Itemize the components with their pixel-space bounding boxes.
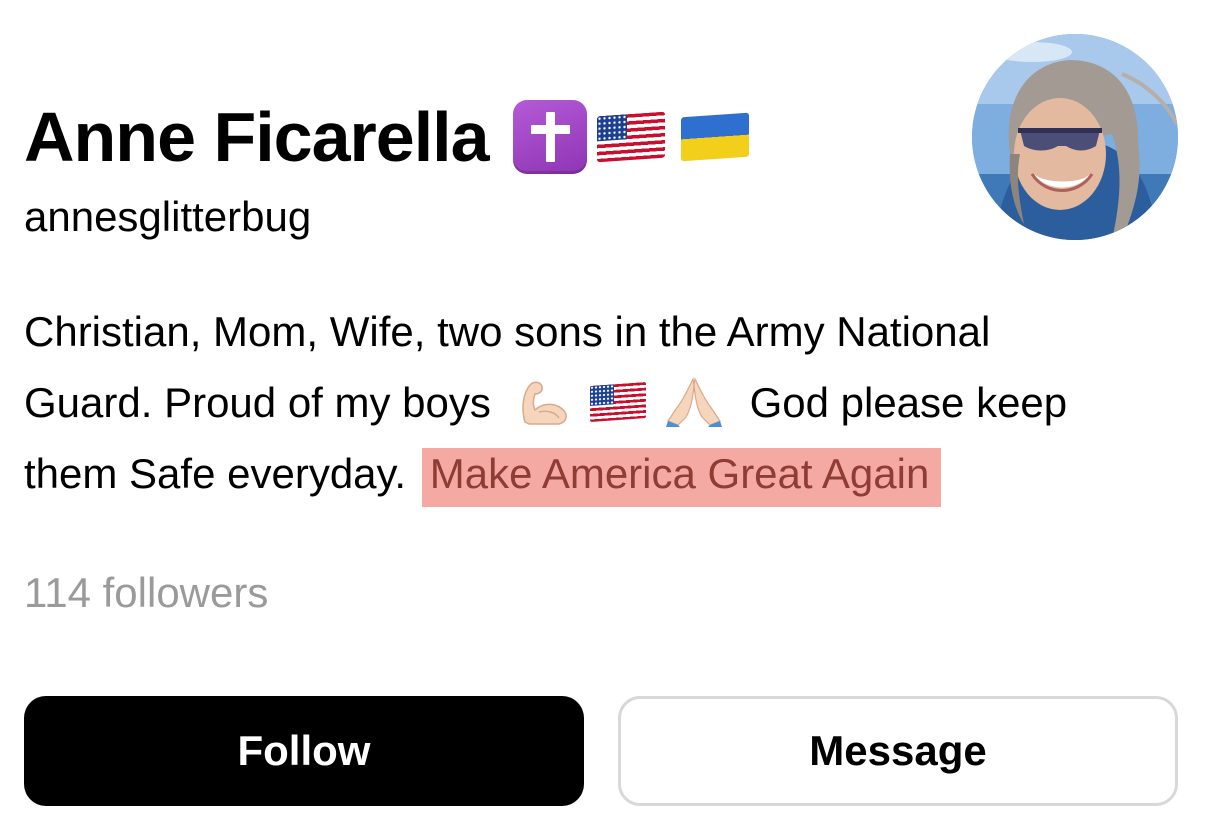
bio-text-2b: God please keep	[749, 379, 1068, 426]
username: annesglitterbug	[24, 193, 312, 240]
message-button[interactable]: Message	[618, 696, 1178, 806]
profile-header: Anne Ficarella annesglitterbug Christian…	[0, 0, 1212, 832]
bio-text-1: Christian, Mom, Wife, two sons in the Ar…	[24, 308, 991, 355]
ukraine-flag-icon	[680, 112, 749, 162]
follow-button[interactable]: Follow	[24, 696, 584, 806]
bio-text-3: them Safe everyday.	[24, 450, 407, 497]
avatar[interactable]	[972, 34, 1178, 240]
flexed-biceps-icon	[521, 381, 567, 425]
followers-count[interactable]: 114 followers	[24, 565, 268, 621]
bio: Christian, Mom, Wife, two sons in the Ar…	[24, 296, 1184, 509]
avatar-photo	[972, 34, 1178, 240]
bio-line-2: Guard. Proud of my boys God please keep	[24, 367, 1184, 438]
highlighted-text: Make America Great Again	[421, 448, 942, 507]
display-name: Anne Ficarella	[24, 98, 490, 176]
name-row: Anne Ficarella	[24, 92, 749, 182]
folded-hands-icon	[665, 376, 722, 427]
bio-text-2a: Guard. Proud of my boys	[24, 379, 491, 426]
latin-cross-icon	[512, 100, 587, 174]
us-flag-inline-icon	[590, 381, 647, 422]
bio-line-1: Christian, Mom, Wife, two sons in the Ar…	[24, 296, 1184, 367]
bio-line-3: them Safe everyday. Make America Great A…	[24, 438, 1184, 509]
us-flag-icon	[596, 111, 665, 163]
